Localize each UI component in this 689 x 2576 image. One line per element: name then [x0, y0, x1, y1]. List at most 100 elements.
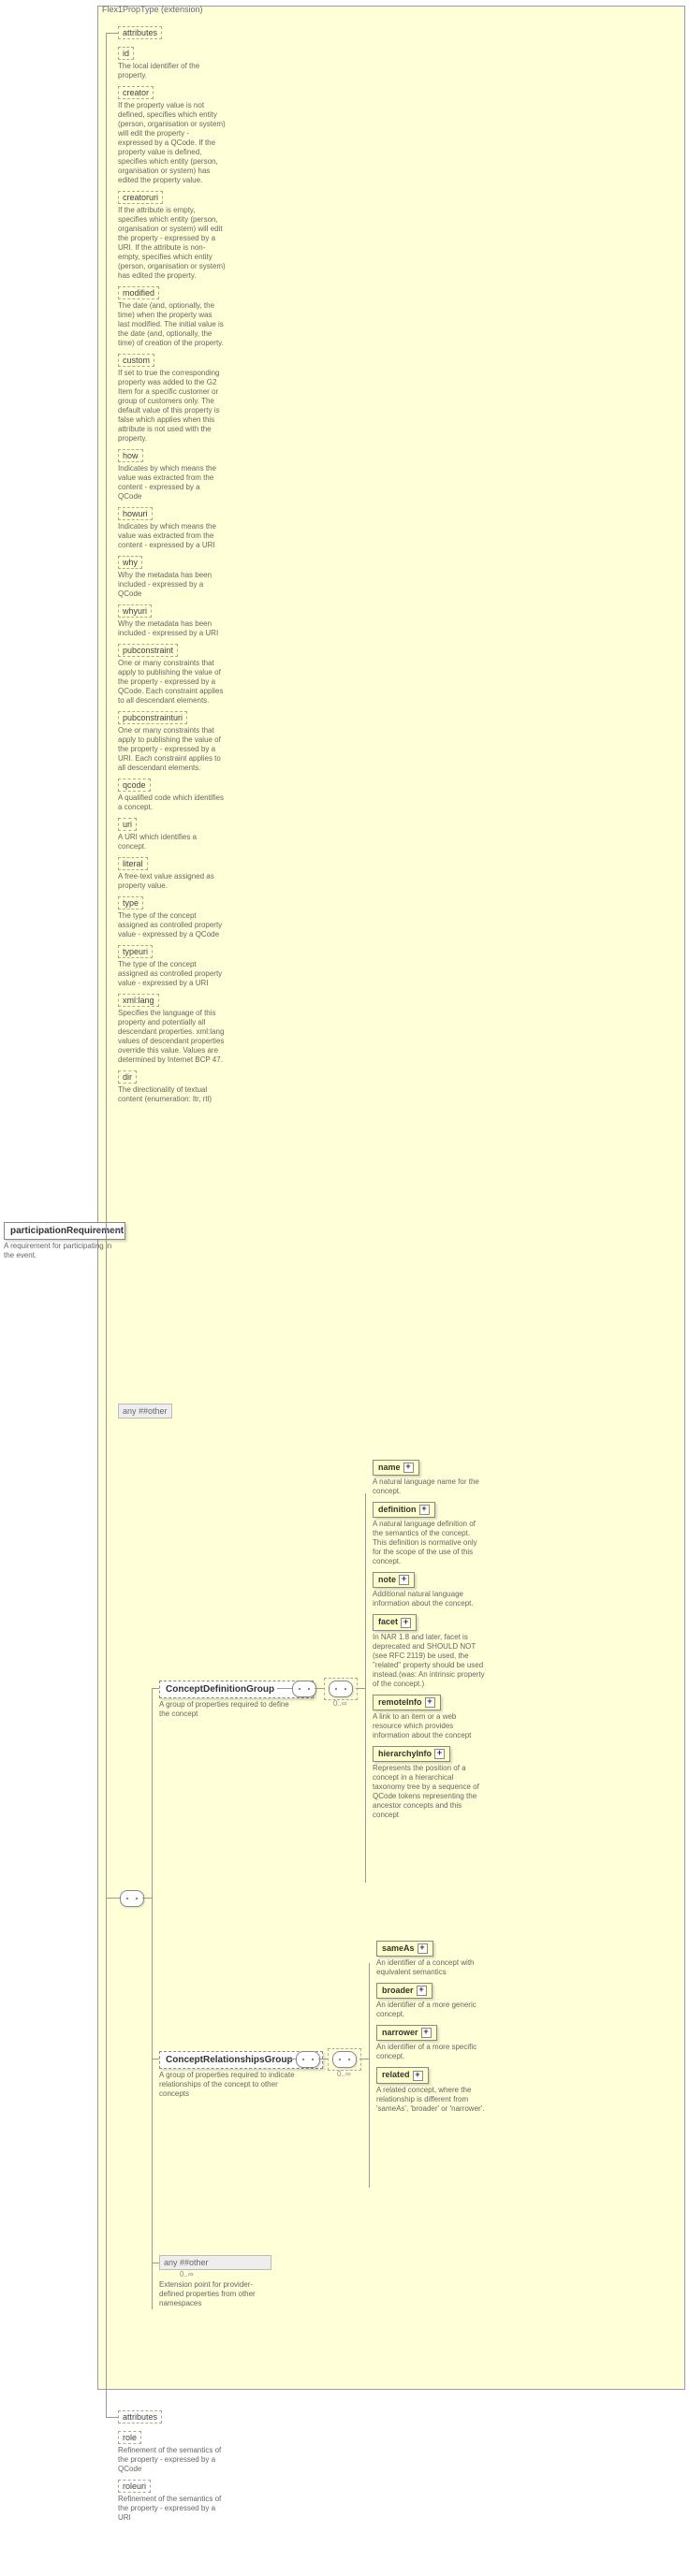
attribute-name: literal — [118, 857, 148, 870]
attribute-item: id The local identifier of the property. — [118, 47, 240, 80]
attribute-name: dir — [118, 1070, 137, 1084]
attributes-bottom-label: attributes — [118, 2410, 162, 2423]
attribute-desc: A qualified code which identifies a conc… — [118, 793, 226, 812]
attribute-desc: The type of the concept assigned as cont… — [118, 911, 226, 939]
connector — [142, 1898, 152, 1899]
child-element-desc: A natural language definition of the sem… — [373, 1520, 485, 1566]
child-element: name+A natural language name for the con… — [373, 1460, 494, 1496]
attribute-desc: The directionality of textual content (e… — [118, 1085, 226, 1104]
attribute-desc: Indicates by which means the value was e… — [118, 464, 226, 502]
attribute-name: custom — [118, 354, 154, 367]
attribute-name: uri — [118, 818, 137, 831]
connector — [152, 1688, 159, 1689]
attribute-desc: Why the metadata has been included - exp… — [118, 571, 226, 599]
attribute-desc: A URI which identifies a concept. — [118, 833, 226, 851]
child-element: note+ Additional natural language informa… — [373, 1572, 494, 1608]
attribute-desc: If the attribute is empty, specifies whi… — [118, 206, 226, 281]
connector — [356, 1688, 365, 1689]
child-element-desc: In NAR 1.8 and later, facet is deprecate… — [373, 1633, 485, 1689]
any-other-main: any ##other — [118, 1404, 172, 1419]
attribute-desc: One or many constraints that apply to pu… — [118, 726, 226, 773]
child-element-desc: An identifier of a concept with equivale… — [376, 1958, 489, 1977]
attribute-item: literal A free-text value assigned as pro… — [118, 857, 240, 891]
attribute-name: id — [118, 47, 134, 60]
child-element-desc: Additional natural language information … — [373, 1590, 485, 1608]
attribute-item: role Refinement of the semantics of the p… — [118, 2431, 240, 2474]
connector — [369, 1963, 370, 2188]
child-element-name: facet+ — [373, 1614, 417, 1630]
expand-icon[interactable]: + — [418, 1943, 428, 1954]
connector — [106, 2417, 118, 2418]
child-element-name: remoteInfo+ — [373, 1695, 441, 1710]
sequence-icon — [296, 2051, 320, 2068]
attribute-desc: A free-text value assigned as property v… — [118, 872, 226, 891]
child-element: related+A related concept, where the rel… — [376, 2067, 498, 2113]
expand-icon[interactable]: + — [419, 1505, 430, 1515]
child-element-name: note+ — [373, 1572, 415, 1588]
attribute-desc: Indicates by which means the value was e… — [118, 522, 226, 550]
attribute-name: modified — [118, 286, 159, 299]
sequence-repeat — [328, 2048, 361, 2071]
expand-icon[interactable]: + — [413, 2071, 423, 2081]
attribute-desc: If set to true the corresponding propert… — [118, 369, 226, 444]
concept-definition-group: ConceptDefinitionGroup A group of proper… — [159, 1681, 314, 1719]
child-element-desc: An identifier of a more generic concept. — [376, 2001, 489, 2019]
expand-icon[interactable]: + — [425, 1697, 435, 1708]
expand-icon[interactable]: + — [417, 1986, 427, 1996]
child-element-name: hierarchyInfo+ — [373, 1746, 450, 1762]
attribute-name: howuri — [118, 507, 153, 520]
child-element: sameAs+An identifier of a concept with e… — [376, 1941, 498, 1977]
concept-definition-children: name+A natural language name for the con… — [373, 1460, 494, 1826]
connector — [106, 1898, 107, 2417]
extension-title: Flex1PropType (extension) — [102, 5, 203, 14]
attribute-desc: The local identifier of the property. — [118, 62, 226, 80]
attribute-item: qcodeA qualified code which identifies a… — [118, 779, 240, 812]
any-extension-desc: Extension point for provider-defined pro… — [159, 2280, 271, 2308]
sequence-icon — [329, 1681, 353, 1697]
attribute-item: whyuriWhy the metadata has been included… — [118, 604, 240, 638]
expand-icon[interactable]: + — [403, 1463, 414, 1473]
root-element-desc: A requirement for participating in the e… — [4, 1242, 116, 1260]
any-extension-occurrence: 0..∞ — [180, 2270, 292, 2278]
occurrence: 0..∞ — [337, 2070, 351, 2078]
child-element-name: narrower+ — [376, 2025, 437, 2041]
attribute-item: xml:langSpecifies the language of this p… — [118, 994, 240, 1065]
attribute-item: whyWhy the metadata has been included - … — [118, 556, 240, 599]
expand-icon[interactable]: + — [434, 1749, 445, 1759]
occurrence: 0..∞ — [333, 1699, 347, 1708]
expand-icon[interactable]: + — [421, 2028, 432, 2038]
concept-definition-group-name: ConceptDefinitionGroup — [159, 1681, 314, 1698]
attribute-desc: Refinement of the semantics of the prope… — [118, 2446, 226, 2474]
attribute-name: type — [118, 896, 143, 910]
attributes-container: attributes — [118, 26, 162, 41]
any-extension-label: any ##other — [159, 2255, 271, 2270]
child-element: broader+An identifier of a more generic … — [376, 1983, 498, 2019]
child-element-desc: A related concept, where the relationshi… — [376, 2086, 489, 2114]
sequence-icon — [332, 2051, 357, 2068]
attribute-desc: The date (and, optionally, the time) whe… — [118, 301, 226, 348]
attribute-name: pubconstrainturi — [118, 711, 187, 724]
child-element-name: sameAs+ — [376, 1941, 433, 1957]
attribute-name: role — [118, 2431, 141, 2444]
attribute-item: uri A URI which identifies a concept. — [118, 818, 240, 851]
sequence-icon — [120, 1890, 144, 1907]
child-element-desc: A link to an item or a web resource whic… — [373, 1712, 485, 1740]
attributes-label: attributes — [118, 26, 162, 39]
connector — [106, 1230, 107, 1899]
attribute-item: creatoruri If the attribute is empty, spe… — [118, 191, 240, 281]
expand-icon[interactable]: + — [401, 1618, 411, 1628]
connector — [106, 33, 118, 34]
attribute-item: typeThe type of the concept assigned as … — [118, 896, 240, 939]
child-element: hierarchyInfo+Represents the position of… — [373, 1746, 494, 1820]
attribute-desc: The type of the concept assigned as cont… — [118, 960, 226, 988]
connector — [365, 1493, 366, 1883]
concept-definition-group-desc: A group of properties required to define… — [159, 1700, 295, 1719]
attribute-name: whyuri — [118, 604, 152, 618]
child-element-desc: An identifier of a more specific concept… — [376, 2043, 489, 2061]
attribute-name: creatoruri — [118, 191, 163, 204]
attribute-desc: Refinement of the semantics of the prope… — [118, 2495, 226, 2523]
connector — [277, 1688, 292, 1689]
attribute-name: typeuri — [118, 945, 153, 958]
expand-icon[interactable]: + — [399, 1575, 409, 1585]
attribute-desc: Why the metadata has been included - exp… — [118, 619, 226, 638]
